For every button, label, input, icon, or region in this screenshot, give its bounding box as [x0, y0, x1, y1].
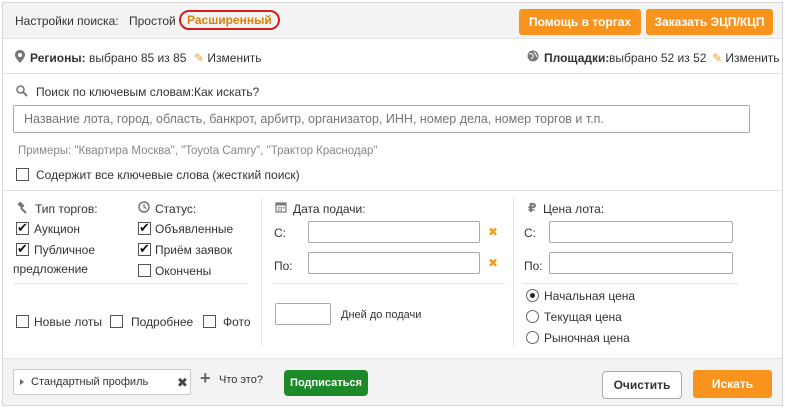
search-button[interactable]: Искать: [693, 370, 772, 398]
header-bar: Настройки поиска: Простой Расширенный По…: [3, 3, 782, 39]
regions-value: выбрано 85 из 85: [89, 51, 187, 65]
divider: [273, 283, 505, 284]
date-to-label: По:: [274, 259, 293, 273]
strict-search-checkbox[interactable]: [16, 168, 29, 181]
page-title: Настройки поиска:: [15, 14, 119, 28]
price-market-radio[interactable]: [526, 331, 539, 344]
divider: [3, 190, 782, 191]
price-label: Цена лота:: [543, 202, 605, 216]
status-announced-checkbox[interactable]: [138, 220, 151, 236]
gavel-icon: [17, 202, 27, 214]
clear-date-to-icon[interactable]: ✖: [488, 256, 498, 270]
add-profile-icon[interactable]: +: [200, 368, 211, 389]
mode-simple-link[interactable]: Простой: [129, 14, 176, 28]
status-finished-label: Окончены: [155, 264, 212, 278]
regions-edit-link[interactable]: ✎ Изменить: [194, 51, 262, 65]
regions-label: Регионы:: [30, 51, 86, 65]
new-lots-label: Новые лоты: [34, 315, 103, 329]
photo-label: Фото: [223, 315, 251, 329]
new-lots-checkbox[interactable]: [16, 315, 29, 328]
order-signature-button[interactable]: Заказать ЭЦП/КЦП: [646, 9, 773, 35]
clear-date-from-icon[interactable]: ✖: [488, 225, 498, 239]
platforms-label: Площадки:: [544, 51, 610, 65]
close-icon[interactable]: ✖: [177, 375, 188, 391]
photo-checkbox[interactable]: [203, 315, 216, 328]
how-to-search-link[interactable]: Как искать?: [194, 85, 259, 99]
price-market-label: Рыночная цена: [544, 331, 630, 345]
pencil-icon: ✎: [712, 51, 723, 65]
calendar-icon: [275, 202, 287, 213]
search-examples: Примеры: "Квартира Москва", "Toyota Camr…: [18, 145, 378, 157]
details-label: Подробнее: [131, 315, 194, 329]
price-to-input[interactable]: [549, 252, 733, 274]
divider: [3, 73, 782, 74]
platforms-value: выбрано 52 из 52: [609, 51, 707, 65]
days-before-submit-input[interactable]: [275, 303, 331, 325]
divider: [513, 198, 514, 346]
public-offer-label: Публичное: [34, 243, 96, 257]
public-offer-label-line2: предложение: [13, 262, 88, 276]
map-marker-icon: [15, 50, 25, 63]
subscribe-button[interactable]: Подписаться: [284, 370, 368, 396]
status-finished-checkbox[interactable]: [138, 264, 151, 277]
profile-select[interactable]: Стандартный профиль ✖: [13, 369, 191, 395]
divider: [261, 198, 262, 346]
globe-icon: [527, 50, 539, 62]
auction-label: Аукцион: [34, 222, 80, 236]
divider: [523, 283, 738, 284]
price-initial-radio[interactable]: [526, 289, 539, 302]
mode-advanced-link[interactable]: Расширенный: [179, 10, 280, 30]
divider: [13, 283, 248, 284]
price-from-label: С:: [524, 226, 536, 240]
status-accepting-label: Приём заявок: [155, 243, 233, 257]
submit-date-label: Дата подачи:: [293, 202, 366, 216]
clear-button[interactable]: Очистить: [602, 371, 682, 399]
search-icon: [16, 85, 28, 97]
keyword-search-input[interactable]: [13, 105, 750, 133]
status-label: Статус:: [155, 202, 197, 216]
regions-edit-label: Изменить: [207, 51, 262, 65]
price-initial-label: Начальная цена: [544, 289, 636, 303]
price-current-label: Текущая цена: [544, 310, 622, 324]
date-from-label: С:: [274, 226, 286, 240]
keyword-search-label: Поиск по ключевым словам:: [36, 85, 195, 99]
strict-search-label: Содержит все ключевые слова (жесткий пои…: [36, 168, 300, 182]
what-is-this-link[interactable]: Что это?: [219, 374, 263, 386]
search-settings-panel: Настройки поиска: Простой Расширенный По…: [2, 2, 783, 406]
platforms-edit-label: Изменить: [725, 51, 780, 65]
days-before-submit-label: Дней до подачи: [341, 309, 422, 321]
caret-right-icon: [20, 379, 24, 385]
status-announced-label: Объявленные: [155, 222, 234, 236]
price-current-radio[interactable]: [526, 310, 539, 323]
profile-select-value: Стандартный профиль: [31, 376, 149, 388]
ruble-icon: ₽: [528, 201, 537, 215]
status-accepting-checkbox[interactable]: [138, 241, 151, 257]
auction-checkbox[interactable]: [16, 220, 29, 236]
date-to-input[interactable]: [308, 252, 480, 274]
trade-type-label: Тип торгов:: [35, 202, 98, 216]
clock-icon: [138, 201, 150, 213]
price-from-input[interactable]: [549, 221, 733, 243]
pencil-icon: ✎: [194, 51, 205, 65]
price-to-label: По:: [524, 259, 543, 273]
date-from-input[interactable]: [308, 221, 480, 243]
details-checkbox[interactable]: [110, 315, 123, 328]
help-button[interactable]: Помощь в торгах: [519, 9, 641, 35]
public-offer-checkbox[interactable]: [16, 241, 29, 257]
platforms-edit-link[interactable]: ✎ Изменить: [712, 51, 780, 65]
